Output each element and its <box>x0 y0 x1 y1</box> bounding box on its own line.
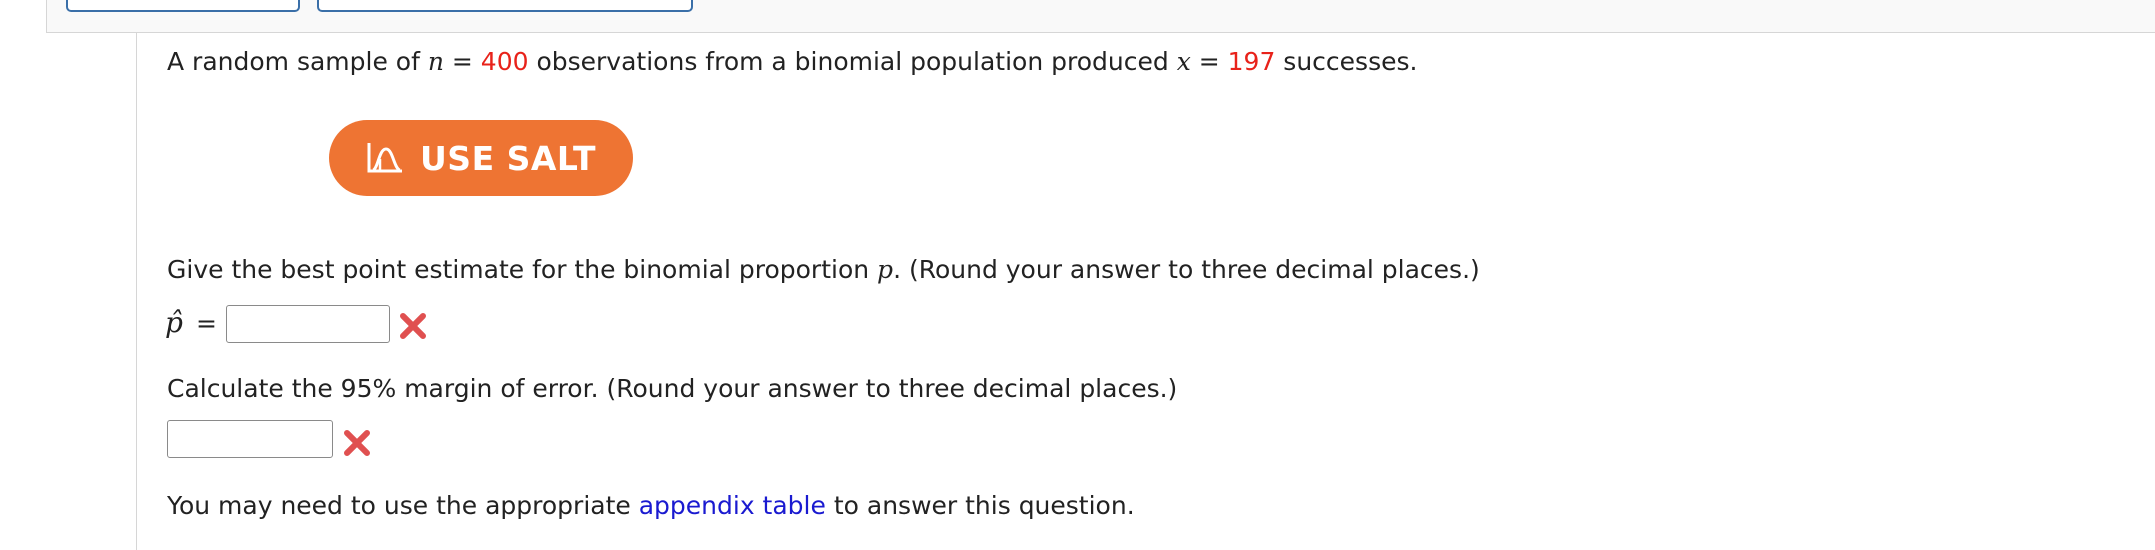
problem-statement: A random sample of n = 400 observations … <box>167 46 1417 78</box>
footer-prefix: You may need to use the appropriate <box>167 491 639 520</box>
wrong-answer-x-icon <box>344 430 370 456</box>
use-salt-button[interactable]: USE SALT <box>329 120 633 196</box>
question-2-text: Calculate the 95% margin of error. (Roun… <box>167 373 1177 405</box>
n-value: 400 <box>480 47 529 76</box>
p-symbol: p <box>877 255 894 284</box>
previous-answer-box-1 <box>66 0 300 12</box>
appendix-table-link[interactable]: appendix table <box>639 491 826 520</box>
footer-suffix: to answer this question. <box>825 491 1135 520</box>
wrong-answer-x-icon <box>400 313 426 339</box>
question-panel <box>136 33 2155 550</box>
p-hat-answer-input[interactable] <box>226 305 390 343</box>
equals-sign: = <box>443 47 481 76</box>
question-1-suffix: . (Round your answer to three decimal pl… <box>893 255 1480 284</box>
p-hat-label: p̂ <box>165 306 183 339</box>
x-value: 197 <box>1227 47 1276 76</box>
margin-of-error-answer-input[interactable] <box>167 420 333 458</box>
p-hat-equals: = <box>196 309 217 338</box>
footer-note: You may need to use the appropriate appe… <box>167 490 1135 522</box>
question-1-prefix: Give the best point estimate for the bin… <box>167 255 878 284</box>
x-symbol: x <box>1176 47 1191 76</box>
problem-text-prefix: A random sample of <box>167 47 428 76</box>
problem-text-middle: observations from a binomial population … <box>528 47 1177 76</box>
use-salt-label: USE SALT <box>420 138 596 178</box>
problem-text-suffix: successes. <box>1275 47 1418 76</box>
question-1-text: Give the best point estimate for the bin… <box>167 254 1480 286</box>
n-symbol: n <box>427 47 444 76</box>
question-2-prompt: Calculate the 95% margin of error. (Roun… <box>167 374 1178 403</box>
salt-distribution-icon <box>367 143 402 173</box>
previous-answer-box-2 <box>317 0 693 12</box>
equals-sign: = <box>1190 47 1228 76</box>
